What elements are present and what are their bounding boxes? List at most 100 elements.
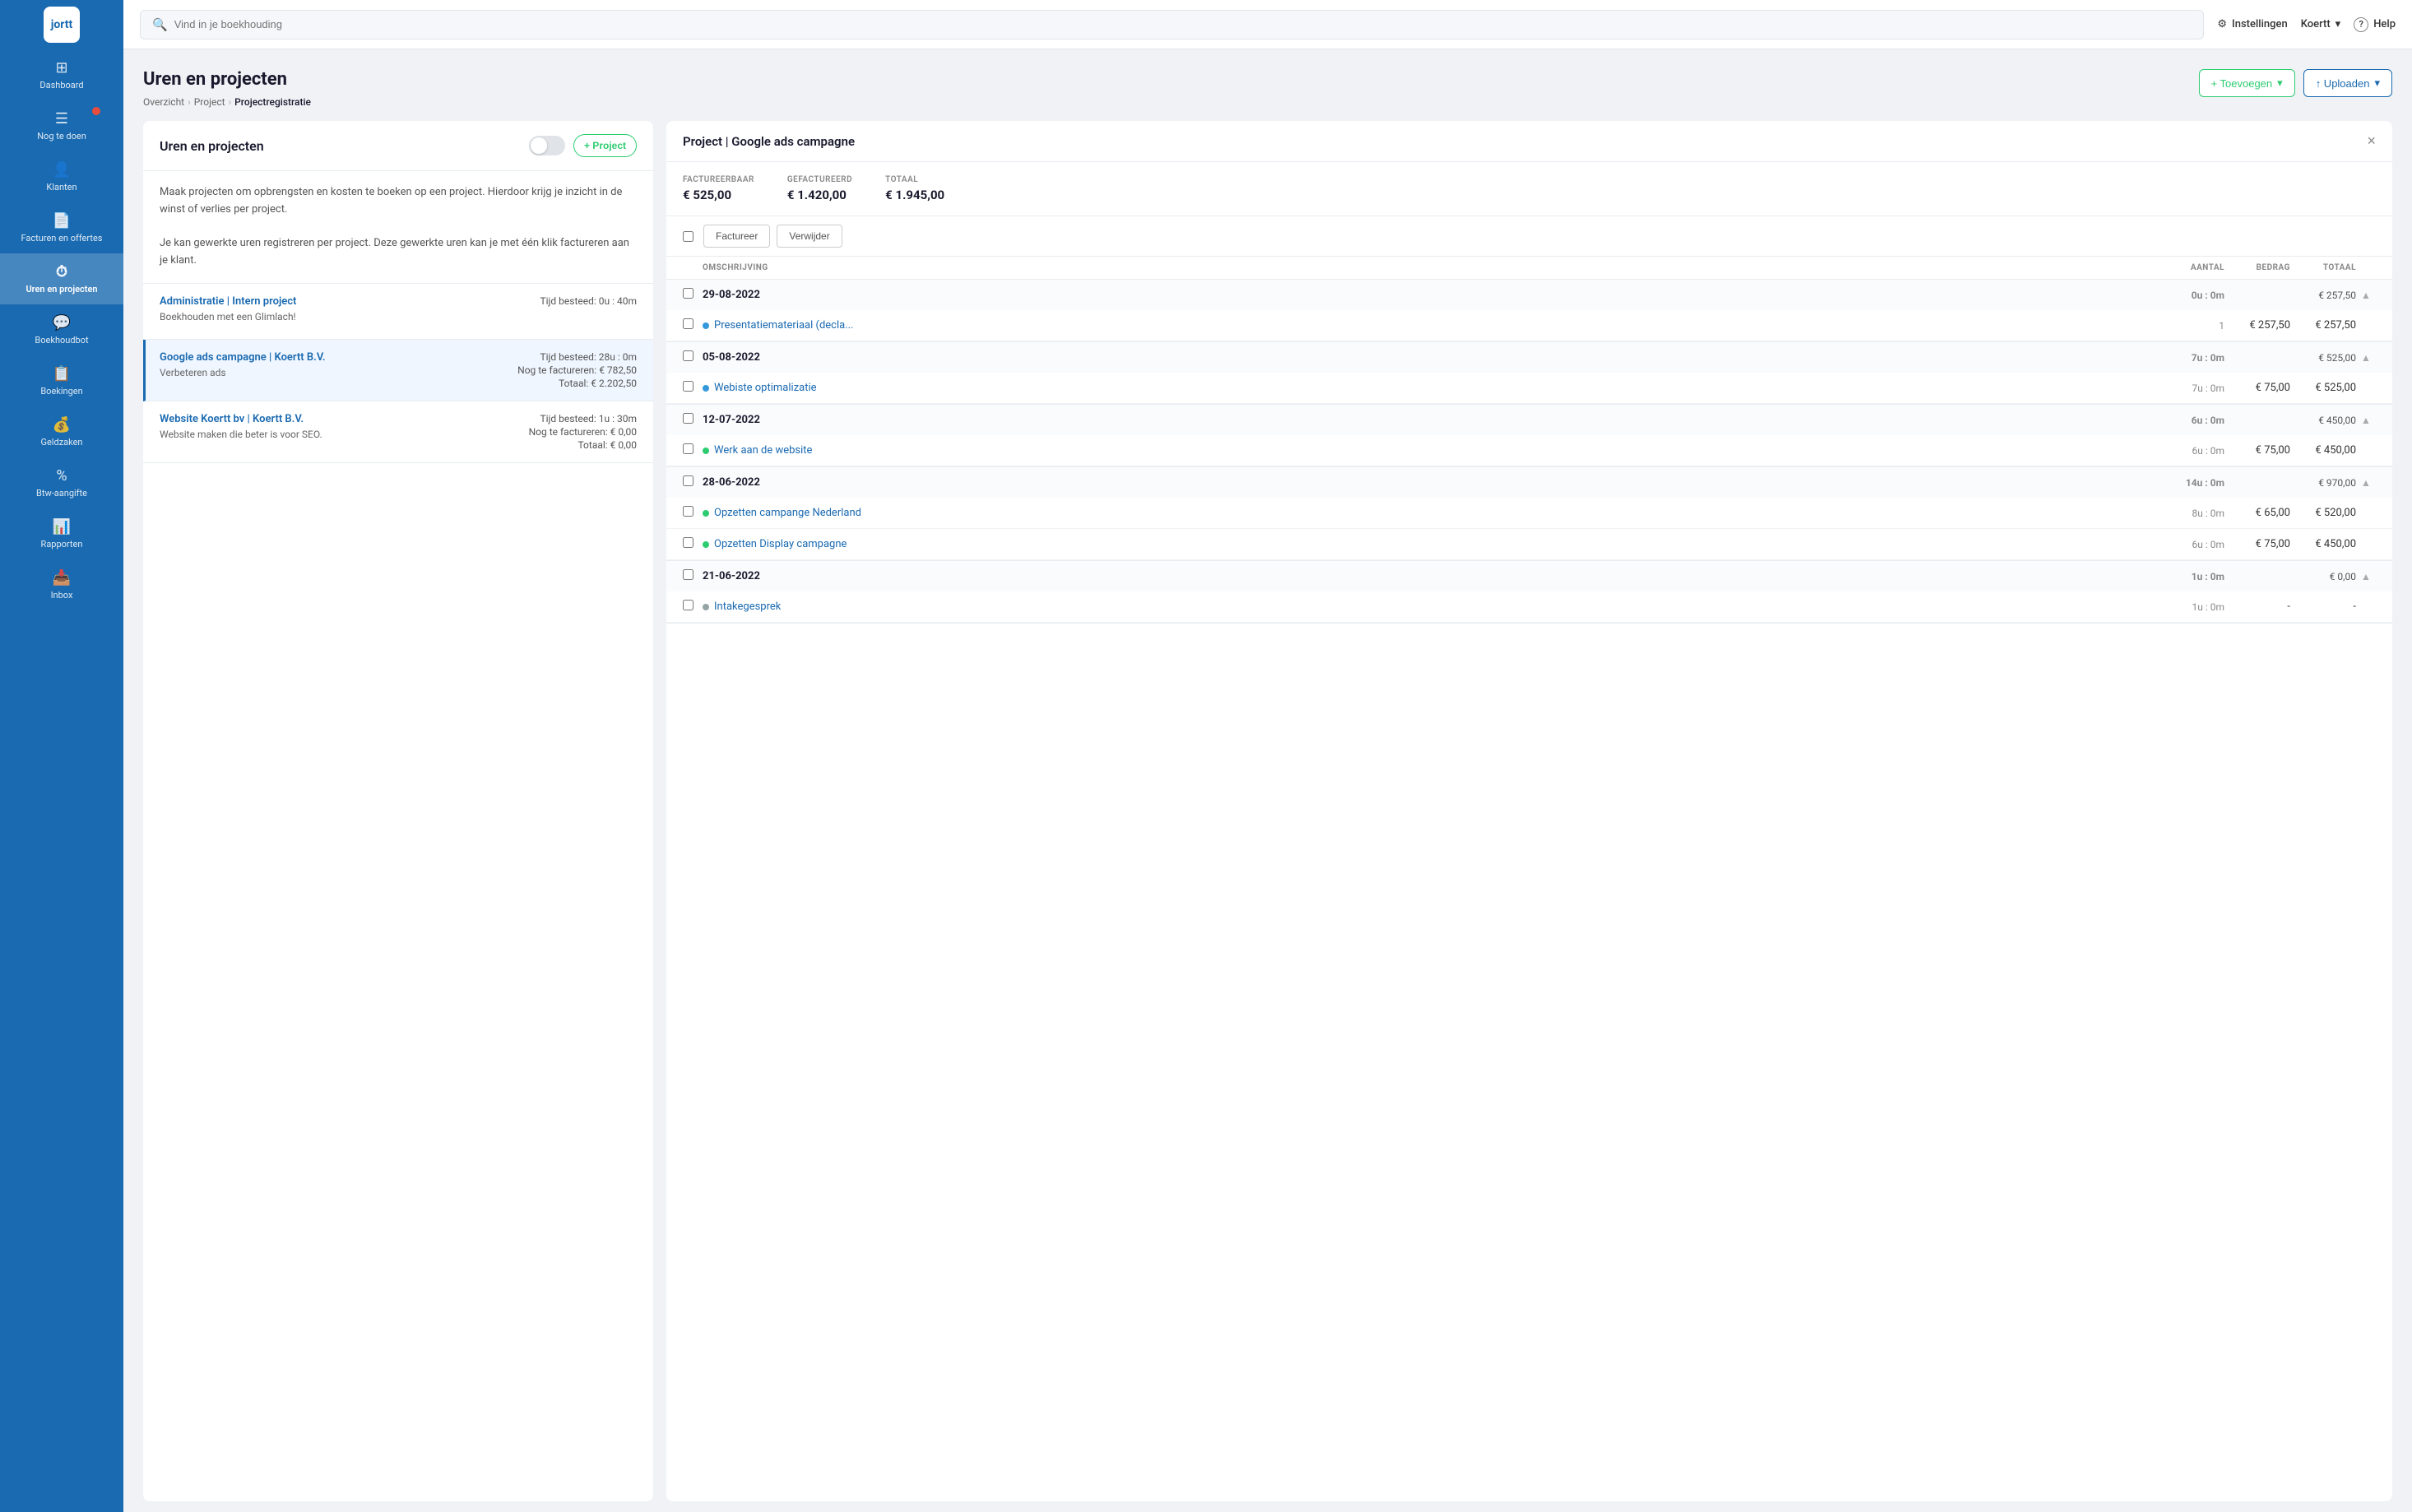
entry-aantal: 7u : 0m	[2159, 383, 2224, 394]
sidebar-item-rapporten[interactable]: 📊 Rapporten	[0, 508, 123, 559]
upload-button[interactable]: ↑ Uploaden ▾	[2303, 69, 2392, 97]
entry-bedrag: € 75,00	[2224, 382, 2290, 394]
date-group-checkbox[interactable]	[683, 288, 693, 299]
col-omschrijving: OMSCHRIJVING	[703, 263, 2159, 272]
date-group-checkbox[interactable]	[683, 475, 693, 486]
factureer-button[interactable]: Factureer	[703, 225, 770, 248]
toggle-switch[interactable]	[529, 136, 565, 155]
sidebar-item-label: Inbox	[51, 590, 73, 601]
verwijder-button[interactable]: Verwijder	[777, 225, 842, 248]
new-project-button[interactable]: + Project	[573, 134, 637, 157]
collapse-button[interactable]: ▲	[2356, 415, 2376, 426]
sidebar-item-boekingen[interactable]: 📋 Boekingen	[0, 355, 123, 406]
entry-name[interactable]: Werk aan de website	[703, 444, 2159, 457]
date-group-checkbox[interactable]	[683, 569, 693, 580]
project-item-google-ads[interactable]: Google ads campagne | Koertt B.V. Verbet…	[143, 340, 653, 401]
main-content: Uren en projecten Overzicht › Project › …	[123, 49, 2412, 1512]
entry-aantal: 8u : 0m	[2159, 508, 2224, 519]
search-bar[interactable]: 🔍	[140, 10, 2204, 39]
entry-name[interactable]: Intakegesprek	[703, 601, 2159, 613]
sidebar-item-inbox[interactable]: 📥 Inbox	[0, 559, 123, 610]
status-dot	[703, 448, 709, 454]
user-icon: 👤	[53, 161, 71, 179]
sidebar-item-facturen[interactable]: 📄 Facturen en offertes	[0, 202, 123, 253]
entry-checkbox[interactable]	[683, 381, 693, 392]
project-item-website[interactable]: Website Koertt bv | Koertt B.V. Website …	[143, 401, 653, 463]
date-hours: 1u : 0m	[2159, 571, 2224, 582]
entry-checkbox[interactable]	[683, 600, 693, 610]
entry-checkbox[interactable]	[683, 537, 693, 548]
entry-totaal: € 520,00	[2290, 507, 2356, 519]
entry-name[interactable]: Presentatiemateriaal (decla...	[703, 319, 2159, 332]
percent-icon: %	[56, 467, 67, 485]
date-groups: 29-08-2022 0u : 0m € 257,50 ▲ Presentati…	[666, 280, 2392, 624]
project-row: Website Koertt bv | Koertt B.V. Website …	[160, 413, 637, 451]
collapse-button[interactable]: ▲	[2356, 352, 2376, 364]
collapse-button[interactable]: ▲	[2356, 571, 2376, 582]
panels: Uren en projecten + Project Maak project…	[143, 121, 2392, 1501]
entry-row: Webiste optimalizatie 7u : 0m € 75,00 € …	[666, 373, 2392, 404]
page-title-area: Uren en projecten Overzicht › Project › …	[143, 69, 311, 108]
summary-bar: FACTUREERBAAR € 525,00 GEFACTUREERD € 1.…	[666, 162, 2392, 216]
main-area: 🔍 ⚙ Instellingen Koertt ▾ ? Help Uren en…	[123, 0, 2412, 1512]
date-group-checkbox[interactable]	[683, 350, 693, 361]
select-all-checkbox[interactable]	[683, 231, 693, 242]
date-hours: 0u : 0m	[2159, 290, 2224, 301]
entry-totaal: € 257,50	[2290, 319, 2356, 332]
settings-button[interactable]: ⚙ Instellingen	[2217, 18, 2287, 30]
date-totaal: € 450,00	[2290, 415, 2356, 426]
breadcrumb-overzicht[interactable]: Overzicht	[143, 96, 184, 108]
entry-checkbox[interactable]	[683, 506, 693, 517]
project-name[interactable]: Website Koertt bv | Koertt B.V.	[160, 413, 322, 425]
date-totaal: € 970,00	[2290, 477, 2356, 489]
project-description: Website maken die beter is voor SEO.	[160, 429, 322, 440]
sidebar-item-label: Uren en projecten	[26, 284, 97, 295]
left-panel: Uren en projecten + Project Maak project…	[143, 121, 653, 1501]
entry-aantal: 6u : 0m	[2159, 445, 2224, 457]
app-logo: jortt	[44, 7, 80, 43]
sidebar-nav: ⊞ Dashboard ☰ Nog te doen 👤 Klanten 📄 Fa…	[0, 49, 123, 1512]
notification-badge	[92, 107, 100, 115]
entry-bedrag: € 65,00	[2224, 507, 2290, 519]
status-dot	[703, 604, 709, 610]
sidebar-item-klanten[interactable]: 👤 Klanten	[0, 151, 123, 202]
add-button[interactable]: + Toevoegen ▾	[2199, 69, 2295, 97]
date-hours: 6u : 0m	[2159, 415, 2224, 426]
status-dot	[703, 322, 709, 329]
breadcrumb-projectregistratie[interactable]: Projectregistratie	[234, 96, 311, 108]
left-panel-header: Uren en projecten + Project	[143, 121, 653, 171]
project-name[interactable]: Administratie | Intern project	[160, 295, 296, 308]
help-button[interactable]: ? Help	[2354, 17, 2396, 32]
gear-icon: ⚙	[2217, 18, 2227, 30]
project-item-admin[interactable]: Administratie | Intern project Boekhoude…	[143, 284, 653, 340]
user-menu-button[interactable]: Koertt ▾	[2301, 18, 2340, 30]
date-hours: 14u : 0m	[2159, 477, 2224, 489]
project-name[interactable]: Google ads campagne | Koertt B.V.	[160, 351, 326, 364]
breadcrumb-project[interactable]: Project	[194, 96, 225, 108]
project-tijd: Tijd besteed: 1u : 30m	[540, 413, 637, 424]
entry-name[interactable]: Opzetten campange Nederland	[703, 507, 2159, 519]
sidebar-item-uren-projecten[interactable]: ⏱ Uren en projecten	[0, 253, 123, 304]
entry-checkbox[interactable]	[683, 318, 693, 329]
entry-name[interactable]: Webiste optimalizatie	[703, 382, 2159, 394]
entry-aantal: 1u : 0m	[2159, 601, 2224, 613]
date-group-checkbox[interactable]	[683, 413, 693, 424]
bot-icon: 💬	[53, 314, 71, 332]
entry-checkbox[interactable]	[683, 443, 693, 454]
entry-bedrag: € 75,00	[2224, 538, 2290, 550]
date-row: 12-07-2022 6u : 0m € 450,00 ▲	[666, 405, 2392, 435]
page-header: Uren en projecten Overzicht › Project › …	[143, 69, 2392, 108]
sidebar-item-boekhoudbot[interactable]: 💬 Boekhoudbot	[0, 304, 123, 355]
sidebar-item-geldzaken[interactable]: 💰 Geldzaken	[0, 406, 123, 457]
sidebar-item-dashboard[interactable]: ⊞ Dashboard	[0, 49, 123, 100]
sidebar-item-btw[interactable]: % Btw-aangifte	[0, 457, 123, 508]
sidebar-item-nog-te-doen[interactable]: ☰ Nog te doen	[0, 100, 123, 151]
entry-row: Intakegesprek 1u : 0m - -	[666, 591, 2392, 623]
collapse-button[interactable]: ▲	[2356, 290, 2376, 301]
collapse-button[interactable]: ▲	[2356, 477, 2376, 489]
date-row: 29-08-2022 0u : 0m € 257,50 ▲	[666, 280, 2392, 310]
entry-bedrag: € 257,50	[2224, 319, 2290, 332]
search-input[interactable]	[174, 18, 2192, 30]
entry-name[interactable]: Opzetten Display campagne	[703, 538, 2159, 550]
close-button[interactable]: ×	[2367, 132, 2376, 150]
